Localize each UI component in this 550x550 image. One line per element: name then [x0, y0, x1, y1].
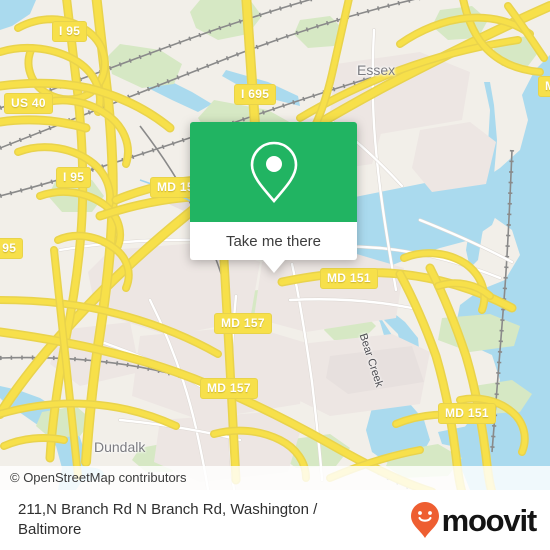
map-pin-icon	[250, 141, 297, 204]
moovit-logo[interactable]: moovit	[410, 501, 538, 539]
take-me-there-label: Take me there	[225, 232, 322, 250]
map-attribution[interactable]: © OpenStreetMap contributors	[0, 466, 550, 490]
road-shield: I 95	[0, 238, 24, 259]
place-label-essex: Essex	[357, 62, 396, 78]
map-screenshot: .w { fill:#AADAEE; } .pk { fill:#D6E8C4;…	[0, 0, 550, 550]
take-me-there-button[interactable]: Take me there	[190, 222, 357, 260]
road-shield: MD 157	[200, 378, 258, 399]
road-shield: MD 150	[538, 76, 550, 97]
moovit-wordmark: moovit	[441, 502, 538, 538]
road-shield: MD 151	[320, 268, 378, 289]
address-label: 211,N Branch Rd N Branch Rd, Washington …	[18, 501, 318, 538]
road-shield: I 95	[56, 167, 92, 188]
footer-bar: 211,N Branch Rd N Branch Rd, Washington …	[0, 490, 550, 550]
road-shield: MD 157	[214, 313, 272, 334]
place-label-dundalk: Dundalk	[94, 439, 146, 455]
road-shield: US 40	[4, 93, 53, 114]
popup-pointer	[262, 260, 285, 273]
popup-pin-area	[190, 122, 357, 222]
location-popup-card[interactable]: Take me there	[190, 122, 357, 273]
road-shield: I 695	[234, 84, 277, 105]
road-shield: MD 151	[438, 403, 496, 424]
road-shield: I 95	[52, 21, 88, 42]
moovit-smile-pin-icon	[410, 502, 439, 538]
